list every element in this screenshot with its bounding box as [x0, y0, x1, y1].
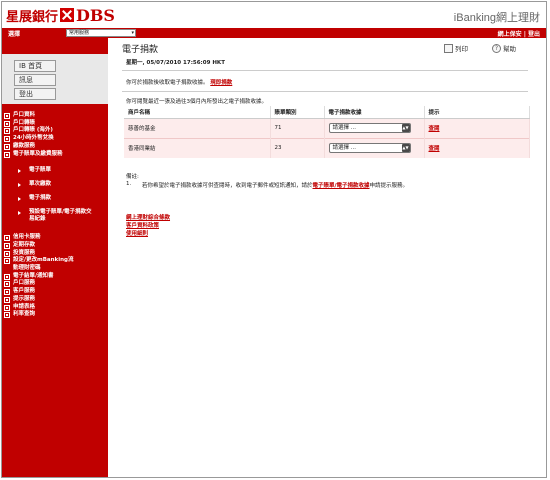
- bullet-icon: [4, 250, 10, 257]
- sidebar-item-mbanking-password[interactable]: 設定/更改mBanking流動理財密碼: [2, 257, 108, 272]
- messages-button[interactable]: 訊息: [14, 74, 56, 86]
- bullet-icon: [4, 273, 10, 280]
- receipt-select[interactable]: 請選擇 ... ▲▼: [328, 123, 411, 133]
- donate-now-link[interactable]: 現即捐款: [210, 80, 232, 86]
- view-link[interactable]: 查閱: [424, 137, 530, 158]
- browser-frame: 星展銀行 DBS iBanking網上理財 選擇 常用服務 ▾ 網上保安 | 登…: [1, 1, 547, 478]
- logout-button[interactable]: 登出: [14, 88, 56, 100]
- divider: [122, 91, 528, 92]
- bullet-icon: [4, 304, 10, 311]
- sidebar-item-overseas-transfer[interactable]: 戶口轉賬 (海外): [2, 127, 108, 135]
- arrow-right-icon: [18, 183, 21, 188]
- note-number: 1.: [126, 181, 132, 187]
- bullet-icon: [4, 235, 10, 242]
- dbs-logo[interactable]: 星展銀行 DBS: [6, 5, 115, 25]
- notes-heading: 備註:: [126, 174, 139, 180]
- sidebar-item-rates[interactable]: 利率查詢: [2, 311, 108, 319]
- col-merchant: 商戶名稱: [124, 106, 271, 119]
- select-label: 選擇: [8, 31, 21, 38]
- sidebar-nav: 戶口資料 戶口轉賬 戶口轉賬 (海外) 24小時外幣兌換 繳款服務 電子賬單及繳…: [2, 112, 108, 319]
- page-title: 電子捐款: [122, 45, 159, 55]
- terms-link[interactable]: 網上理財綜合條款: [126, 214, 170, 222]
- bullet-icon: [4, 136, 10, 143]
- view-link[interactable]: 查閱: [424, 117, 530, 138]
- ibanking-brand: iBanking網上理財: [453, 12, 540, 24]
- bullet-icon: [4, 143, 10, 150]
- ib-home-button[interactable]: IB 首頁: [14, 60, 56, 72]
- table-row: 慈善的基金 71 請選擇 ... ▲▼ 查閱: [124, 117, 530, 138]
- col-category: 賬單類別: [270, 106, 325, 119]
- bullet-icon: [4, 120, 10, 127]
- main-content: 電子捐款 列印 ? 幫助 星期一, 05/07/2010 17:56:09 HK…: [108, 38, 546, 477]
- help-button[interactable]: ? 幫助: [492, 43, 516, 53]
- printer-icon: [444, 43, 453, 53]
- common-services-select[interactable]: 常用服務 ▾: [66, 29, 136, 37]
- chevron-down-icon: ▾: [131, 30, 134, 36]
- quick-links-panel: IB 首頁 訊息 登出: [2, 54, 108, 104]
- select-value: 常用服務: [69, 30, 90, 36]
- print-label: 列印: [455, 45, 468, 53]
- arrow-right-icon: [18, 211, 21, 216]
- site-header: 星展銀行 DBS iBanking網上理財: [2, 2, 546, 28]
- bullet-icon: [4, 258, 10, 265]
- sidebar-item-customer-services[interactable]: 客戶服務: [2, 288, 108, 296]
- sidebar-item-account-services[interactable]: 戶口服務: [2, 280, 108, 288]
- sidebar-item-alert-services[interactable]: 提示服務: [2, 296, 108, 304]
- sidebar-subitem-ebill[interactable]: 電子賬單: [2, 167, 108, 174]
- ebill-receipt-link[interactable]: 電子賬單/電子捐款收據: [313, 183, 370, 189]
- bullet-icon: [4, 242, 10, 249]
- bullet-icon: [4, 281, 10, 288]
- merchant-name: 香港同業結: [124, 137, 271, 158]
- bullet-icon: [4, 113, 10, 119]
- sidebar-subitem-single-payment[interactable]: 單次繳款: [2, 181, 108, 188]
- bullet-icon: [4, 151, 10, 158]
- bill-category: 23: [270, 137, 325, 158]
- chevron-updown-icon: ▲▼: [401, 144, 410, 153]
- login-datetime: 星期一, 05/07/2010 17:56:09 HKT: [126, 60, 225, 66]
- sidebar-subitem-preset-records[interactable]: 預設電子賬單/電子捐款交易紀錄: [2, 209, 108, 223]
- sidebar-subitem-e-donation[interactable]: 電子捐款: [2, 195, 108, 202]
- bill-category: 71: [270, 117, 325, 138]
- receipt-info-line: 你可閱覽最近一張及過往3個月內所發出之電子捐款收據。: [126, 99, 268, 105]
- top-nav-bar: 選擇 常用服務 ▾ 網上保安 | 登出: [2, 28, 546, 38]
- receipt-select[interactable]: 請選擇 ... ▲▼: [328, 143, 411, 154]
- logo-chinese-name: 星展銀行: [6, 9, 59, 25]
- sidebar-item-credit-card[interactable]: 信用卡服務: [2, 234, 108, 242]
- table-row: 香港同業結 23 請選擇 ... ▲▼ 查閱: [124, 137, 530, 158]
- col-receipt: 電子捐款收據: [324, 106, 425, 119]
- bullet-icon: [4, 128, 10, 135]
- sidebar-item-bill-payment[interactable]: 繳款服務: [2, 143, 108, 151]
- usage-terms-link[interactable]: 使用細則: [126, 230, 170, 238]
- merchant-name: 慈善的基金: [124, 117, 271, 138]
- dbs-x-icon: [60, 8, 75, 22]
- footer-links: 網上理財綜合條款 客戶資料政策 使用細則: [126, 214, 170, 238]
- sidebar: IB 首頁 訊息 登出 戶口資料 戶口轉賬 戶口轉賬 (海外) 24小時外幣兌換…: [2, 38, 108, 477]
- sidebar-item-ebill-services[interactable]: 電子賬單及繳費服務: [2, 151, 108, 159]
- table-header-row: 商戶名稱 賬單類別 電子捐款收據 提示: [124, 106, 530, 119]
- donation-table: 商戶名稱 賬單類別 電子捐款收據 提示 慈善的基金 71 請選擇 ... ▲▼: [124, 106, 530, 158]
- col-hint: 提示: [424, 106, 530, 119]
- arrow-right-icon: [18, 197, 21, 202]
- intro-line: 你可於捐款後收取電子捐款收據。 現即捐款: [126, 80, 233, 86]
- bullet-icon: [4, 312, 10, 319]
- divider: [122, 70, 528, 71]
- print-button[interactable]: 列印: [444, 43, 468, 53]
- note-item: 1. 若你希望於電子捐款收據可供查閱時，收到電子郵件或短訊通知，請於電子賬單/電…: [126, 181, 409, 189]
- logo-english-name: DBS: [76, 5, 115, 25]
- help-icon: ?: [492, 43, 501, 53]
- bullet-icon: [4, 289, 10, 296]
- sidebar-item-time-deposit[interactable]: 定期存款: [2, 242, 108, 250]
- help-label: 幫助: [503, 45, 516, 53]
- sidebar-item-account-info[interactable]: 戶口資料: [2, 112, 108, 120]
- chevron-updown-icon: ▲▼: [401, 124, 410, 132]
- bullet-icon: [4, 296, 10, 303]
- sidebar-item-fx-exchange[interactable]: 24小時外幣兌換: [2, 135, 108, 143]
- arrow-right-icon: [18, 169, 21, 174]
- security-logout-links[interactable]: 網上保安 | 登出: [498, 29, 540, 38]
- privacy-policy-link[interactable]: 客戶資料政策: [126, 222, 170, 230]
